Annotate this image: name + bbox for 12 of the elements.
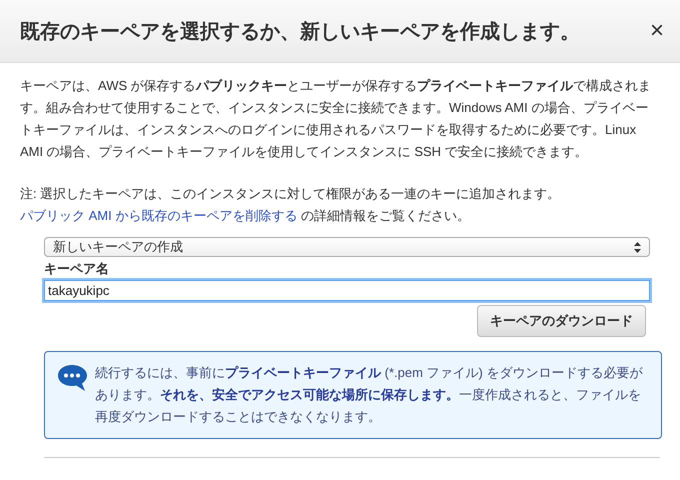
close-button[interactable]: × — [646, 17, 668, 45]
description-text: キーペアは、AWS が保存するパブリックキーとユーザーが保存するプライベートキーファイルで構成されます。組み合わせて使用することで、インスタンスに安全に接続できます。Windows AMI の場合、プライベートキーファイルは、インスタンスへのログインに使用されるパスワードを取得するために必要です。Linux AMI の場合、プライベートキーファイルを使用してインスタンスに SSH で安全に接続できます。 — [20, 77, 652, 161]
keypair-select[interactable]: 新しいキーペアの作成 — [44, 237, 650, 257]
field-label: キーペア名 — [44, 260, 110, 278]
keypair-name-field[interactable]: takayukipc — [44, 280, 650, 301]
download-button[interactable]: キーペアのダウンロード — [477, 305, 646, 337]
dialog-title: 既存のキーペアを選択するか、新しいキーペアを作成します。 — [20, 20, 580, 44]
chat-bubble-icon — [57, 364, 87, 392]
note-text: 注: 選択したキーペアは、このインスタンスに対して権限がある一連のキーに追加されます。 パブリック AMI から既存のキーペアを削除する の詳細情報をご覧ください。 — [20, 185, 562, 225]
updown-icon — [634, 242, 641, 252]
link[interactable]: パブリック AMI から既存のキーペアを削除する — [20, 208, 298, 223]
info-text: 続行するには、事前にプライベートキーファイル (*.pem ファイル) をダウンロードする必要があります。それを、安全でアクセス可能な場所に保存します。一度作成されると、ファイルを再度ダウンロードすることはできなくなります。 — [95, 364, 644, 426]
